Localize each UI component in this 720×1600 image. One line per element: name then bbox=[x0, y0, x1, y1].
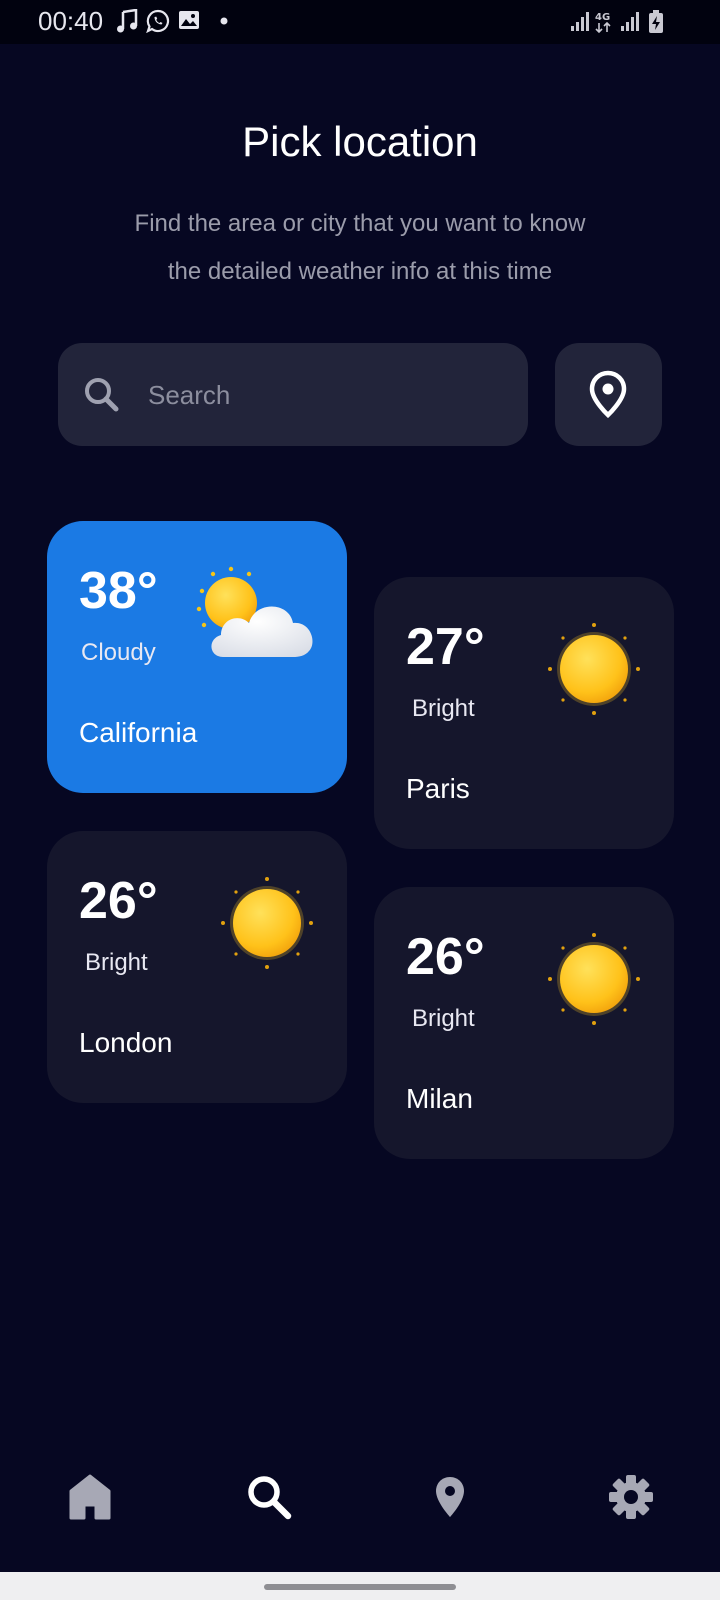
subtitle-line-1: Find the area or city that you want to k… bbox=[134, 210, 586, 237]
search-box[interactable] bbox=[58, 343, 528, 446]
music-note-icon bbox=[117, 9, 138, 33]
system-icons: 4G bbox=[570, 10, 670, 34]
whatsapp-icon bbox=[146, 9, 170, 33]
current-location-button[interactable] bbox=[555, 343, 662, 446]
card-temperature: 38° bbox=[79, 562, 158, 620]
status-bar: 00:40 4G bbox=[0, 0, 720, 44]
sun-icon bbox=[221, 877, 313, 969]
location-card-paris[interactable]: 27° Bright Paris bbox=[374, 577, 674, 849]
card-city: Milan bbox=[406, 1083, 473, 1114]
home-indicator[interactable] bbox=[264, 1584, 456, 1590]
sun-icon bbox=[548, 623, 640, 715]
signal-icon bbox=[621, 12, 639, 31]
card-condition: Bright bbox=[85, 949, 148, 976]
subtitle-line-2: the detailed weather info at this time bbox=[167, 258, 553, 285]
card-condition: Bright bbox=[412, 1005, 475, 1032]
nav-settings[interactable] bbox=[596, 1462, 666, 1532]
card-city: London bbox=[79, 1027, 173, 1058]
sun-cloud-icon bbox=[196, 566, 313, 657]
location-icon bbox=[436, 1477, 464, 1517]
location-card-london[interactable]: 26° Bright London bbox=[47, 831, 347, 1103]
bottom-nav bbox=[0, 1440, 720, 1550]
svg-text:4G: 4G bbox=[595, 12, 610, 23]
card-city: Paris bbox=[406, 773, 470, 804]
card-condition: Cloudy bbox=[81, 639, 156, 666]
4g-data-icon: 4G bbox=[595, 12, 611, 34]
gesture-bar bbox=[0, 1572, 720, 1600]
status-time: 00:40 bbox=[38, 6, 104, 36]
location-card-milan[interactable]: 26° Bright Milan bbox=[374, 887, 674, 1159]
page-title: Pick location bbox=[242, 118, 478, 165]
image-icon bbox=[179, 11, 199, 29]
card-temperature: 26° bbox=[406, 928, 485, 986]
nav-search[interactable] bbox=[234, 1462, 304, 1532]
dot-icon bbox=[220, 17, 228, 25]
gear-icon bbox=[609, 1475, 653, 1519]
location-card-california[interactable]: 38° Cloudy California bbox=[47, 521, 347, 793]
map-pin-icon bbox=[589, 370, 627, 418]
battery-charging-icon bbox=[649, 10, 663, 33]
search-icon bbox=[85, 378, 119, 412]
nav-location[interactable] bbox=[415, 1462, 485, 1532]
card-city: California bbox=[79, 717, 198, 748]
search-input[interactable] bbox=[146, 371, 510, 419]
search-icon bbox=[248, 1476, 292, 1520]
home-icon bbox=[69, 1474, 111, 1520]
nav-home[interactable] bbox=[55, 1462, 125, 1532]
signal-icon bbox=[571, 12, 589, 31]
card-condition: Bright bbox=[412, 695, 475, 722]
card-temperature: 27° bbox=[406, 618, 485, 676]
card-temperature: 26° bbox=[79, 872, 158, 930]
page-subtitle: Find the area or city that you want to k… bbox=[80, 200, 640, 296]
sun-icon bbox=[548, 933, 640, 1025]
